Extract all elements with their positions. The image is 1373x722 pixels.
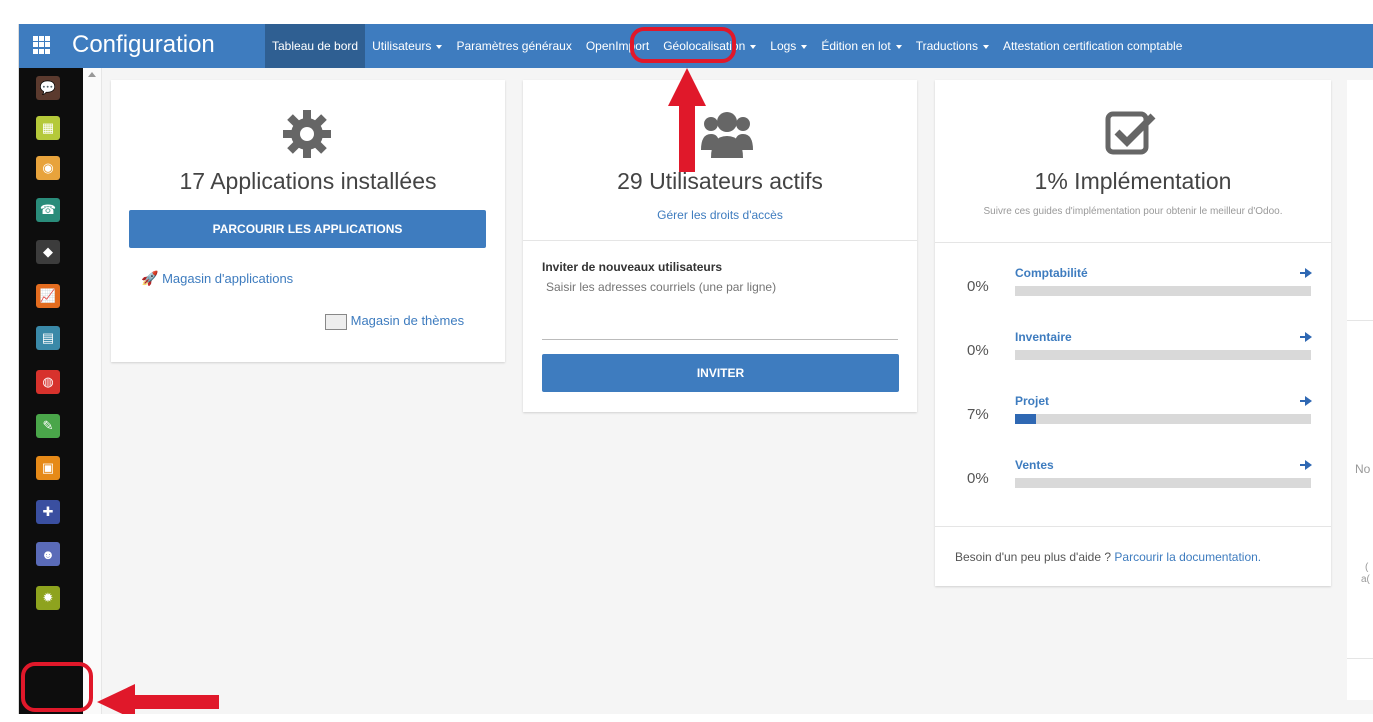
invoicing-icon[interactable]: ▤ — [36, 326, 60, 350]
card-divider — [1347, 320, 1373, 321]
chevron-down-icon — [982, 44, 989, 49]
arrow-right-icon[interactable] — [1300, 268, 1312, 278]
apps-title: 17 Applications installées — [179, 168, 437, 194]
employees-icon[interactable]: ☻ — [36, 542, 60, 566]
openimport-highlight — [630, 27, 736, 63]
implementation-item[interactable]: 0% Inventaire — [935, 330, 1331, 370]
theme-store-label: Magasin de thèmes — [350, 313, 465, 328]
red-arrow-left-icon — [97, 684, 219, 714]
app-sidebar: 💬 ▦ ◉ ☎ ◆ 📈 ▤ ◍ ✎ ▣ ✚ ☻ ✹ — [19, 68, 83, 714]
apps-puzzle-icon[interactable]: ✚ — [36, 500, 60, 524]
implementation-percent: 0% — [967, 470, 989, 487]
scrollbar[interactable] — [83, 68, 102, 714]
inventory-icon[interactable]: ◍ — [36, 370, 60, 394]
chevron-down-icon — [801, 44, 808, 49]
app-store-link[interactable]: 🚀 Magasin d'applications — [141, 270, 293, 287]
menu-edition-en-lot[interactable]: Édition en lot — [814, 24, 908, 68]
menu-traductions[interactable]: Traductions — [909, 24, 996, 68]
progress-bar — [1015, 286, 1311, 296]
manage-access-link[interactable]: Gérer les droits d'accès — [523, 208, 917, 222]
implementation-item[interactable]: 7% Projet — [935, 394, 1331, 434]
chevron-down-icon — [750, 44, 757, 49]
menu-logs[interactable]: Logs — [763, 24, 814, 68]
app-title: Configuration — [72, 31, 215, 58]
partial-text: a( — [1361, 574, 1370, 585]
implementation-title: 1% Implémentation — [1034, 168, 1232, 194]
browse-apps-button[interactable]: PARCOURIR LES APPLICATIONS — [129, 210, 486, 248]
implementation-percent: 0% — [967, 278, 989, 295]
location-icon[interactable]: ◉ — [36, 156, 60, 180]
settings-highlight — [21, 662, 93, 712]
theme-store-link[interactable]: Magasin de thèmes — [325, 313, 464, 330]
menu-utilisateurs-label: Utilisateurs — [372, 39, 432, 53]
menu-tableau-de-bord[interactable]: Tableau de bord — [265, 24, 366, 68]
implementation-subtitle: Suivre ces guides d'implémentation pour … — [983, 206, 1283, 217]
discuss-icon[interactable]: 💬 — [36, 76, 60, 100]
image-icon — [325, 313, 347, 330]
arrow-right-icon[interactable] — [1300, 396, 1312, 406]
apps-grid-icon[interactable] — [33, 36, 51, 54]
card-divider — [1347, 658, 1373, 659]
menu-parametres-generaux[interactable]: Paramètres généraux — [449, 24, 578, 68]
partial-text: No — [1355, 462, 1371, 476]
notes-icon[interactable]: ▣ — [36, 456, 60, 480]
scroll-up-icon[interactable] — [88, 72, 96, 77]
implementation-percent: 7% — [967, 406, 989, 423]
implementation-item[interactable]: 0% Ventes — [935, 458, 1331, 498]
users-icon — [701, 112, 753, 158]
implementation-label[interactable]: Ventes — [1015, 458, 1054, 472]
progress-bar — [1015, 478, 1311, 488]
gear-icon — [283, 110, 331, 158]
menu-edition-label: Édition en lot — [821, 39, 891, 53]
partial-right-card: No ( a( — [1347, 80, 1373, 700]
app-store-label: Magasin d'applications — [162, 271, 294, 286]
progress-fill — [1015, 414, 1036, 424]
implementation-label[interactable]: Inventaire — [1015, 330, 1072, 344]
rocket-icon: 🚀 — [141, 270, 159, 286]
partial-text: ( — [1365, 562, 1369, 573]
help-text: Besoin d'un peu plus d'aide ? — [955, 550, 1112, 564]
checkbox-icon — [1105, 111, 1156, 155]
invite-label: Inviter de nouveaux utilisateurs — [542, 260, 723, 274]
invite-button[interactable]: INVITER — [542, 354, 899, 392]
card-divider — [935, 526, 1331, 527]
calendar-icon[interactable]: ▦ — [36, 116, 60, 140]
chevron-down-icon — [895, 44, 902, 49]
crm-icon[interactable]: ◆ — [36, 240, 60, 264]
progress-bar — [1015, 414, 1311, 424]
users-card: 29 Utilisateurs actifs Gérer les droits … — [523, 80, 917, 412]
help-footer: Besoin d'un peu plus d'aide ? Parcourir … — [955, 550, 1261, 564]
progress-bar — [1015, 350, 1311, 360]
chevron-down-icon — [436, 44, 443, 49]
app-window: Configuration Tableau de bord Utilisateu… — [18, 24, 1373, 714]
settings-icon[interactable]: ✹ — [36, 586, 60, 610]
implementation-card: 1% Implémentation Suivre ces guides d'im… — [935, 80, 1331, 586]
apps-card: 17 Applications installées PARCOURIR LES… — [111, 80, 505, 362]
implementation-percent: 0% — [967, 342, 989, 359]
arrow-right-icon[interactable] — [1300, 460, 1312, 470]
documentation-link[interactable]: Parcourir la documentation. — [1114, 550, 1261, 564]
users-title: 29 Utilisateurs actifs — [617, 168, 823, 194]
arrow-right-icon[interactable] — [1300, 332, 1312, 342]
invite-emails-textarea[interactable] — [542, 276, 898, 340]
tools-icon[interactable]: ✎ — [36, 414, 60, 438]
implementation-label[interactable]: Comptabilité — [1015, 266, 1088, 280]
card-divider — [935, 242, 1331, 243]
sales-icon[interactable]: 📈 — [36, 284, 60, 308]
menu-utilisateurs[interactable]: Utilisateurs — [365, 24, 449, 68]
card-divider — [523, 240, 917, 241]
implementation-item[interactable]: 0% Comptabilité — [935, 266, 1331, 306]
menu-logs-label: Logs — [770, 39, 797, 53]
red-arrow-up-icon — [668, 68, 706, 172]
menu-attestation[interactable]: Attestation certification comptable — [996, 24, 1189, 68]
menu-traductions-label: Traductions — [915, 39, 978, 53]
contacts-icon[interactable]: ☎ — [36, 198, 60, 222]
implementation-label[interactable]: Projet — [1015, 394, 1049, 408]
